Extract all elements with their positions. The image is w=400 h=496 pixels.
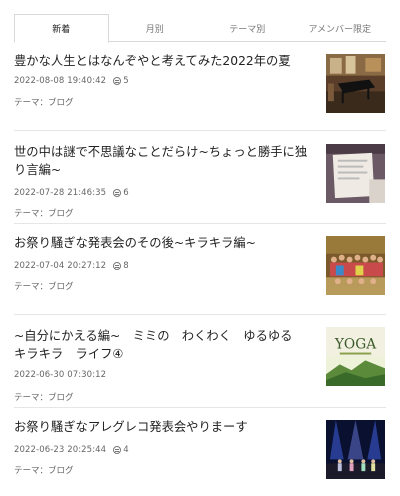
entry-meta: 2022-07-28 21:46:35 6 — [14, 188, 129, 198]
stage-performance-image — [326, 420, 385, 479]
tab-by-theme[interactable]: テーマ別 — [201, 14, 294, 42]
entry-title[interactable]: お祭り騒ぎな発表会のその後~キラキラ編~ — [14, 234, 314, 252]
yoga-poster-image: YOGA — [326, 327, 385, 386]
entry-theme: テーマ：ブログ — [14, 96, 74, 108]
entry-theme: テーマ：ブログ — [14, 464, 74, 476]
comment-icon — [113, 77, 122, 85]
theme-prefix: テーマ： — [14, 282, 49, 292]
piano-room-image — [326, 54, 385, 113]
tab-monthly[interactable]: 月別 — [109, 14, 202, 42]
entry-date: 2022-06-23 20:25:44 — [14, 445, 107, 455]
entry-date: 2022-06-30 07:30:12 — [14, 370, 107, 380]
entry-meta: 2022-08-08 19:40:42 5 — [14, 76, 129, 86]
entry-date: 2022-07-28 21:46:35 — [14, 188, 107, 198]
yoga-word: YOGA — [334, 337, 377, 353]
entry-item[interactable]: 世の中は謎で不思議なことだらけ~ちょっと勝手に独り言編~ 2022-07-28 … — [14, 131, 386, 224]
comment-icon — [113, 262, 122, 270]
entry-theme: テーマ：ブログ — [14, 207, 74, 219]
theme-prefix: テーマ： — [14, 98, 49, 108]
theme-prefix: テーマ： — [14, 209, 49, 219]
entry-theme: テーマ：ブログ — [14, 280, 74, 292]
entry-thumbnail-group[interactable] — [326, 236, 385, 295]
entry-date: 2022-07-04 20:27:12 — [14, 261, 107, 271]
entry-thumbnail-yoga[interactable]: YOGA — [326, 327, 385, 386]
comment-icon — [113, 189, 122, 197]
comment-count[interactable]: 8 — [113, 261, 129, 271]
tab-new[interactable]: 新着 — [14, 14, 109, 43]
theme-link[interactable]: ブログ — [48, 282, 74, 292]
entry-title[interactable]: ~自分にかえる編~ ミミの わくわく ゆるゆる キラキラ ライフ④ — [14, 327, 314, 363]
comment-count-value: 4 — [123, 445, 129, 455]
document-photo-image — [326, 144, 385, 203]
theme-link[interactable]: ブログ — [48, 393, 74, 403]
entry-meta: 2022-06-23 20:25:44 4 — [14, 445, 129, 455]
comment-icon — [113, 446, 122, 454]
entry-item[interactable]: お祭り騒ぎなアレグレコ発表会やりまーす 2022-06-23 20:25:44 … — [14, 408, 386, 492]
comment-count[interactable]: 5 — [113, 76, 129, 86]
theme-link[interactable]: ブログ — [48, 98, 74, 108]
comment-count[interactable]: 6 — [113, 188, 129, 198]
entry-title[interactable]: 世の中は謎で不思議なことだらけ~ちょっと勝手に独り言編~ — [14, 143, 314, 179]
entry-item[interactable]: お祭り騒ぎな発表会のその後~キラキラ編~ 2022-07-04 20:27:12… — [14, 224, 386, 315]
tab-bar: 新着 月別 テーマ別 アメンバー限定 — [14, 14, 387, 43]
entry-list: 豊かな人生とはなんぞやと考えてみた2022年の夏 2022-08-08 19:4… — [14, 44, 386, 492]
theme-prefix: テーマ： — [14, 466, 49, 476]
entry-title[interactable]: お祭り騒ぎなアレグレコ発表会やりまーす — [14, 418, 314, 436]
tab-amember-only[interactable]: アメンバー限定 — [294, 14, 387, 42]
entry-item[interactable]: ~自分にかえる編~ ミミの わくわく ゆるゆる キラキラ ライフ④ 2022-0… — [14, 315, 386, 408]
entry-meta: 2022-07-04 20:27:12 8 — [14, 261, 129, 271]
entry-meta: 2022-06-30 07:30:12 — [14, 370, 106, 380]
comment-count-value: 5 — [123, 76, 129, 86]
entry-title[interactable]: 豊かな人生とはなんぞやと考えてみた2022年の夏 — [14, 52, 314, 70]
theme-link[interactable]: ブログ — [48, 466, 74, 476]
entry-theme: テーマ：ブログ — [14, 391, 74, 403]
comment-count-value: 6 — [123, 188, 129, 198]
comment-count-value: 8 — [123, 261, 129, 271]
entry-date: 2022-08-08 19:40:42 — [14, 76, 107, 86]
entry-thumbnail-document[interactable] — [326, 144, 385, 203]
comment-count[interactable]: 4 — [113, 445, 129, 455]
entry-thumbnail-stage[interactable] — [326, 420, 385, 479]
theme-prefix: テーマ： — [14, 393, 49, 403]
entry-item[interactable]: 豊かな人生とはなんぞやと考えてみた2022年の夏 2022-08-08 19:4… — [14, 44, 386, 131]
group-photo-image — [326, 236, 385, 295]
entry-thumbnail-piano[interactable] — [326, 54, 385, 113]
theme-link[interactable]: ブログ — [48, 209, 74, 219]
